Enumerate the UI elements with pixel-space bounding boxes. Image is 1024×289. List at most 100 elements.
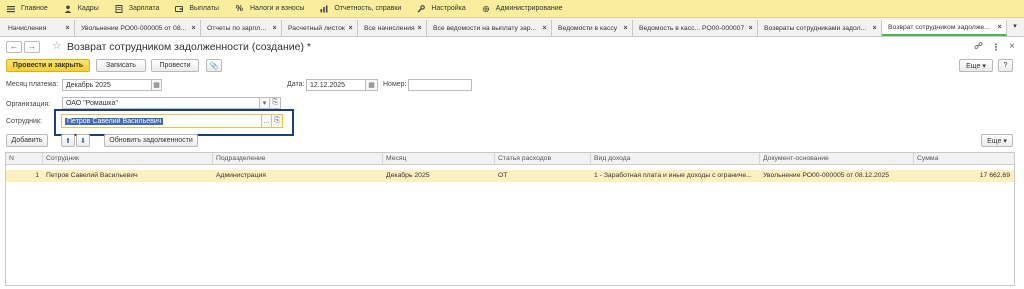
column-header[interactable]: Месяц bbox=[383, 153, 495, 165]
tab-accruals[interactable]: Начисления × bbox=[2, 20, 75, 36]
more-vertical-icon[interactable]: ⋮ bbox=[990, 41, 1002, 53]
menu-item-label: Главное bbox=[21, 5, 48, 12]
month-input[interactable]: Декабрь 2025 bbox=[62, 79, 152, 91]
chart-icon bbox=[320, 5, 328, 13]
add-row-button[interactable]: Добавить bbox=[6, 134, 48, 147]
tab-all-statements[interactable]: Все ведомости на выплату зар... × bbox=[427, 20, 552, 36]
tab-payslip[interactable]: Расчетный листок × bbox=[282, 20, 358, 36]
save-button[interactable]: Записать bbox=[96, 59, 146, 72]
menu-item-admin[interactable]: Администрирование bbox=[482, 5, 563, 13]
close-icon[interactable]: × bbox=[189, 25, 198, 32]
employee-selected-text: Петров Савелий Васильевич bbox=[65, 117, 164, 125]
open-windows-tabs: Начисления × Увольнение РО00-000005 от 0… bbox=[0, 18, 1024, 37]
move-up-icon[interactable]: ⬆ bbox=[61, 134, 75, 147]
page-title: Возврат сотрудником задолженности (созда… bbox=[67, 41, 311, 53]
close-icon[interactable]: × bbox=[621, 25, 630, 32]
cell-number: 1 bbox=[35, 172, 39, 179]
column-header[interactable]: Сумма bbox=[914, 153, 1014, 165]
column-header[interactable]: Документ-основание bbox=[760, 153, 914, 165]
menu-item-label: Зарплата bbox=[128, 5, 160, 12]
tab-salary-reports[interactable]: Отчеты по зарплате × bbox=[201, 20, 282, 36]
table-row[interactable]: 1 Петров Савелий Васильевич Администраци… bbox=[6, 170, 1014, 182]
close-icon[interactable]: × bbox=[270, 25, 279, 32]
tab-label: Начисления bbox=[8, 24, 47, 32]
cell-expense-item: ОТ bbox=[498, 172, 508, 179]
tab-cash-statements[interactable]: Ведомости в кассу × bbox=[552, 20, 633, 36]
person-icon bbox=[64, 5, 72, 13]
cell-month: Декабрь 2025 bbox=[386, 172, 430, 179]
close-form-icon[interactable]: × bbox=[1006, 41, 1018, 53]
menu-item-hr[interactable]: Кадры bbox=[64, 5, 99, 13]
close-icon[interactable]: × bbox=[346, 25, 355, 32]
move-down-icon[interactable]: ⬇ bbox=[76, 134, 90, 147]
dropdown-icon[interactable]: ▾ bbox=[260, 97, 270, 109]
tab-label: Ведомость в касс... РО00-000007 bbox=[639, 24, 745, 32]
tab-label: Возврат сотрудником задолже... bbox=[888, 23, 990, 31]
close-icon[interactable]: × bbox=[995, 24, 1004, 31]
tab-dismissal[interactable]: Увольнение РО00-000005 от 08... × bbox=[75, 20, 201, 36]
menu-item-settings[interactable]: Настройка bbox=[417, 4, 466, 13]
main-menu-bar: Главное Кадры Зарплата Выплаты % Налоги … bbox=[0, 0, 1024, 18]
open-link-icon[interactable]: ⎘ bbox=[272, 114, 283, 128]
forward-button[interactable]: → bbox=[24, 41, 40, 53]
cell-amount: 17 662,69 bbox=[979, 172, 1010, 179]
table-more-button[interactable]: Еще ▾ bbox=[981, 134, 1013, 147]
column-header[interactable]: Подразделение bbox=[213, 153, 383, 165]
employee-input[interactable]: Петров Савелий Васильевич bbox=[61, 114, 262, 128]
column-header[interactable]: N bbox=[6, 153, 43, 165]
tab-debt-returns-list[interactable]: Возвраты сотрудниками задол... × bbox=[758, 20, 882, 36]
tab-all-accruals[interactable]: Все начисления × bbox=[358, 20, 427, 36]
more-button[interactable]: Еще ▾ bbox=[959, 59, 993, 72]
back-button[interactable]: ← bbox=[6, 41, 22, 53]
open-link-icon[interactable]: ⎘ bbox=[270, 97, 281, 109]
menu-item-label: Настройка bbox=[431, 5, 466, 12]
menu-item-reports[interactable]: Отчетность, справки bbox=[320, 5, 401, 13]
cell-employee: Петров Савелий Васильевич bbox=[46, 172, 138, 179]
menu-item-label: Кадры bbox=[77, 5, 99, 12]
close-icon[interactable]: × bbox=[870, 25, 879, 32]
menu-item-label: Администрирование bbox=[495, 5, 563, 12]
date-input[interactable]: 12.12.2025 bbox=[306, 79, 366, 91]
month-label: Месяц платежа: bbox=[6, 81, 59, 88]
refresh-debts-button[interactable]: Обновить задолженности bbox=[104, 134, 198, 147]
tab-debt-return-current[interactable]: Возврат сотрудником задолже... × bbox=[882, 20, 1007, 36]
menu-item-payments[interactable]: Выплаты bbox=[175, 5, 219, 13]
tab-label: Возвраты сотрудниками задол... bbox=[764, 24, 867, 32]
number-input[interactable] bbox=[408, 79, 472, 91]
tabs-menu-icon[interactable]: ▾ bbox=[1010, 22, 1020, 34]
post-button[interactable]: Провести bbox=[151, 59, 199, 72]
select-ellipsis-icon[interactable]: … bbox=[262, 114, 272, 128]
calendar-icon[interactable]: ▦ bbox=[366, 79, 378, 91]
menu-item-salary[interactable]: Зарплата bbox=[115, 4, 160, 13]
gear-icon bbox=[482, 5, 490, 13]
help-button[interactable]: ? bbox=[998, 59, 1013, 72]
tab-cash-statement-doc[interactable]: Ведомость в касс... РО00-000007 × bbox=[633, 20, 758, 36]
close-icon[interactable]: × bbox=[746, 25, 755, 32]
close-icon[interactable]: × bbox=[415, 25, 424, 32]
close-icon[interactable]: × bbox=[63, 25, 72, 32]
employee-label: Сотрудник: bbox=[6, 118, 42, 125]
menu-item-taxes[interactable]: % Налоги и взносы bbox=[235, 4, 305, 13]
menu-item-main[interactable]: Главное bbox=[7, 5, 48, 13]
cell-income-type: 1 - Заработная плата и иные доходы с огр… bbox=[594, 172, 752, 179]
post-and-close-button[interactable]: Провести и закрыть bbox=[6, 59, 90, 72]
link-icon[interactable] bbox=[972, 41, 984, 53]
organization-input[interactable]: ОАО "Ромашка" bbox=[62, 97, 260, 109]
column-header[interactable]: Сотрудник bbox=[43, 153, 213, 165]
table-header: N Сотрудник Подразделение Месяц Статья р… bbox=[6, 153, 1014, 165]
organization-label: Организация: bbox=[6, 101, 51, 108]
tab-label: Увольнение РО00-000005 от 08... bbox=[81, 24, 187, 32]
attachment-icon[interactable]: 📎 bbox=[206, 59, 222, 72]
cell-department: Администрация bbox=[216, 172, 266, 179]
column-header[interactable]: Статья расходов bbox=[495, 153, 591, 165]
tab-label: Все начисления bbox=[364, 24, 415, 32]
menu-item-label: Отчетность, справки bbox=[334, 5, 402, 12]
menu-item-label: Налоги и взносы bbox=[249, 5, 305, 12]
calendar-icon[interactable]: ▦ bbox=[152, 79, 162, 91]
close-icon[interactable]: × bbox=[540, 25, 549, 32]
tab-label: Ведомости в кассу bbox=[558, 24, 618, 32]
tab-label: Расчетный листок bbox=[288, 24, 345, 32]
column-header[interactable]: Вид дохода bbox=[591, 153, 760, 165]
star-icon[interactable]: ☆ bbox=[52, 40, 62, 52]
menu-item-label: Выплаты bbox=[189, 5, 219, 12]
